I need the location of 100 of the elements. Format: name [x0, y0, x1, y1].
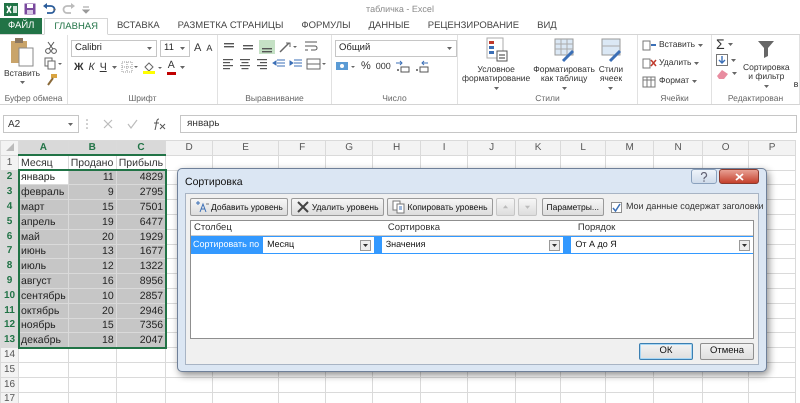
font-name-field[interactable]: Calibri: [71, 40, 157, 57]
ribbon-tab[interactable]: ДАННЫЕ: [359, 18, 419, 34]
options-button[interactable]: Параметры...: [542, 198, 604, 216]
ribbon-tab[interactable]: РАЗМЕТКА СТРАНИЦЫ: [168, 18, 292, 34]
font-size-field[interactable]: 11: [160, 40, 190, 57]
column-header[interactable]: J: [468, 140, 516, 156]
orientation-icon[interactable]: [278, 40, 300, 54]
paste-button[interactable]: Вставить: [3, 37, 42, 92]
caret-icon: [179, 46, 186, 51]
row-header[interactable]: 4: [0, 200, 18, 214]
headers-checkbox[interactable]: [610, 202, 622, 212]
dropdown-icon[interactable]: [739, 240, 750, 250]
row-header[interactable]: 13: [0, 332, 18, 348]
bottom-align-icon[interactable]: [259, 40, 275, 54]
cancel-button[interactable]: Отмена: [700, 343, 754, 360]
cell-styles-button[interactable]: Стили ячеек: [596, 37, 625, 92]
align-right-icon[interactable]: [255, 57, 269, 71]
column-header[interactable]: F: [278, 140, 326, 156]
column-header[interactable]: I: [420, 140, 468, 156]
row-header[interactable]: 2: [0, 170, 18, 185]
column-header[interactable]: N: [654, 140, 703, 156]
fill-color-icon[interactable]: [142, 60, 164, 74]
column-header[interactable]: B: [68, 140, 116, 156]
close-icon[interactable]: [734, 172, 744, 180]
formula-field[interactable]: январь: [180, 115, 797, 133]
column-header[interactable]: P: [748, 140, 796, 156]
sort-on-select[interactable]: Значения: [382, 237, 564, 253]
copy-icon[interactable]: [44, 57, 64, 70]
file-tab[interactable]: ФАЙЛ: [0, 18, 42, 34]
row-header[interactable]: 15: [0, 362, 18, 378]
ok-button[interactable]: ОК: [639, 343, 693, 360]
clear-button[interactable]: [715, 68, 739, 80]
delete-cells-button[interactable]: Удалить: [641, 55, 706, 71]
currency-icon[interactable]: [335, 60, 357, 73]
font-color-button[interactable]: A: [166, 60, 176, 75]
dropdown-icon[interactable]: [549, 240, 560, 250]
align-left-icon[interactable]: [221, 57, 235, 71]
column-header[interactable]: L: [560, 140, 606, 156]
save-icon[interactable]: [24, 3, 36, 15]
row-header[interactable]: 17: [0, 392, 18, 403]
sort-filter-button[interactable]: Сортировка и фильтр: [742, 37, 791, 92]
add-level-button[interactable]: Добавить уровень: [190, 198, 288, 216]
row-header[interactable]: 3: [0, 184, 18, 200]
merge-cells-icon[interactable]: [306, 57, 328, 71]
ribbon-tab[interactable]: ВСТАВКА: [108, 18, 169, 34]
number-format-field[interactable]: Общий: [335, 40, 457, 57]
row-header[interactable]: 12: [0, 318, 18, 333]
format-cells-button[interactable]: Формат: [641, 73, 706, 89]
thousands-button[interactable]: 000: [374, 62, 392, 72]
insert-function-icon[interactable]: [152, 118, 166, 130]
increase-decimal-icon[interactable]: [394, 60, 411, 73]
underline-button[interactable]: Ч: [98, 62, 108, 74]
conditional-formatting-button[interactable]: Условное форматирование: [461, 37, 532, 92]
row-header[interactable]: 10: [0, 288, 18, 304]
row-header[interactable]: 16: [0, 377, 18, 392]
column-header[interactable]: C: [116, 140, 166, 156]
align-center-icon[interactable]: [238, 57, 252, 71]
row-header[interactable]: 5: [0, 214, 18, 230]
row-header[interactable]: 6: [0, 229, 18, 244]
column-header[interactable]: O: [702, 140, 749, 156]
row-header[interactable]: 1: [0, 155, 18, 170]
shrink-font-button[interactable]: A: [205, 44, 214, 54]
level-label: Сортировать по: [192, 238, 260, 252]
borders-icon[interactable]: [120, 61, 139, 74]
help-icon[interactable]: [700, 172, 708, 182]
row-header[interactable]: 7: [0, 244, 18, 259]
column-header[interactable]: M: [606, 140, 654, 156]
ribbon-tab[interactable]: ГЛАВНАЯ: [44, 18, 108, 35]
fill-button[interactable]: [715, 54, 739, 66]
column-select[interactable]: Месяц: [263, 237, 374, 253]
row-header[interactable]: 14: [0, 348, 18, 362]
ribbon-tab[interactable]: ФОРМУЛЫ: [292, 18, 360, 34]
column-header[interactable]: H: [372, 140, 421, 156]
order-select[interactable]: От А до Я: [571, 237, 753, 253]
scissors-icon[interactable]: [44, 41, 58, 54]
find-select-button[interactable]: в: [794, 78, 798, 92]
bold-button[interactable]: Ж: [73, 62, 84, 74]
column-header[interactable]: K: [516, 140, 561, 156]
copy-level-button[interactable]: Копировать уровень: [386, 198, 493, 216]
autosum-button[interactable]: Σ: [715, 37, 739, 52]
decrease-decimal-icon[interactable]: [414, 60, 430, 73]
row-header[interactable]: 9: [0, 274, 18, 288]
undo-icon[interactable]: [42, 3, 56, 15]
ribbon-tab[interactable]: РЕЦЕНЗИРОВАНИЕ: [418, 18, 528, 34]
column-header[interactable]: A: [18, 140, 68, 156]
insert-cells-button[interactable]: Вставить: [641, 37, 706, 53]
format-as-table-button[interactable]: Форматировать как таблицу: [532, 37, 596, 92]
italic-button[interactable]: К: [88, 62, 96, 74]
row-header[interactable]: 8: [0, 258, 18, 274]
delete-level-button[interactable]: Удалить уровень: [290, 198, 384, 216]
percent-button[interactable]: %: [360, 60, 372, 73]
column-header[interactable]: D: [166, 140, 213, 156]
column-header[interactable]: E: [212, 140, 279, 156]
dropdown-icon[interactable]: [360, 240, 371, 250]
row-header[interactable]: 11: [0, 303, 18, 318]
column-header[interactable]: G: [326, 140, 373, 156]
level-row[interactable]: Сортировать по Месяц Значения От А до Я: [191, 236, 753, 254]
ribbon-tab[interactable]: ВИД: [528, 18, 566, 34]
name-box[interactable]: A2: [3, 115, 79, 133]
grow-font-button[interactable]: A: [193, 42, 202, 55]
